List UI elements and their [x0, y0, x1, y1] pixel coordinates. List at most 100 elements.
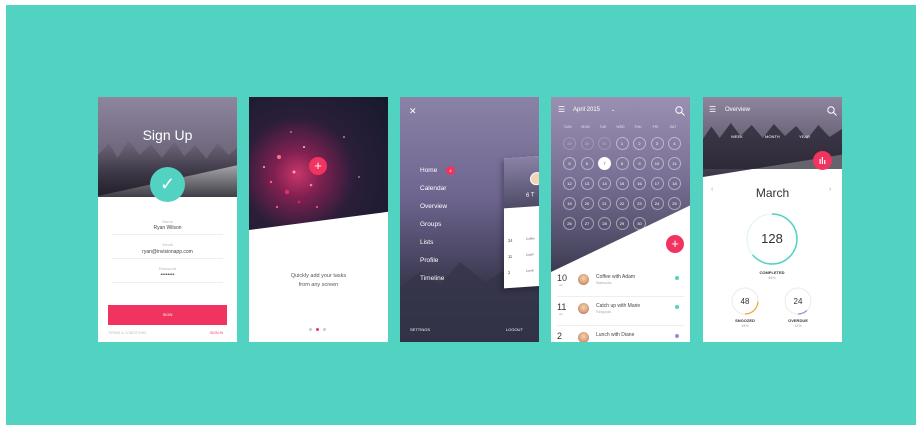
calendar-day[interactable]: 15	[615, 177, 629, 190]
calendar-day[interactable]: 9	[633, 157, 646, 170]
calendar-day[interactable]: 7	[598, 157, 611, 170]
calendar-day[interactable]: 22	[615, 197, 629, 210]
calendar-day[interactable]: 8	[615, 157, 629, 170]
calendar-day[interactable]: 13	[580, 177, 594, 190]
calendar-day[interactable]: 4	[668, 137, 681, 150]
calendar-day[interactable]: 11	[668, 157, 681, 170]
stats-button[interactable]	[813, 151, 832, 170]
chevron-down-icon[interactable]: ⌄	[611, 107, 615, 113]
calendar-day[interactable]: 3	[650, 137, 664, 150]
snoozed-percent: 24%	[741, 324, 749, 328]
weekday-label: MON	[581, 125, 590, 129]
field-divider	[112, 282, 223, 283]
hamburger-menu-icon[interactable]: ☰	[558, 105, 565, 114]
close-icon[interactable]: ✕	[409, 106, 417, 117]
avatar	[578, 332, 589, 342]
add-task-button[interactable]: +	[309, 157, 327, 175]
month-selector[interactable]: April 2015	[573, 107, 600, 113]
weekday-label: WED	[616, 125, 625, 129]
calendar-screen: ☰ April 2015 ⌄ SUN MON TUE WED THU FRI SAT 29 3…	[551, 97, 690, 342]
card-row-num: 2	[508, 269, 511, 276]
calendar-day[interactable]: 5	[563, 157, 576, 170]
menu-item-profile[interactable]: Profile	[420, 257, 438, 264]
add-event-button[interactable]: +	[666, 235, 684, 253]
overdue-percent: 12%	[794, 324, 802, 328]
calendar-day[interactable]: 21	[598, 197, 611, 210]
completed-label: COMPLETED	[759, 270, 785, 275]
overview-screen: ☰ Overview WEEK MONTH YEAR ‹ › March 128…	[703, 97, 842, 342]
calendar-day[interactable]: 23	[633, 197, 646, 210]
settings-link[interactable]: SETTINGS	[410, 327, 430, 332]
menu-item-groups[interactable]: Groups	[420, 221, 441, 228]
event-divider	[557, 296, 684, 297]
bar-chart-icon	[819, 157, 826, 164]
menu-item-overview[interactable]: Overview	[420, 203, 447, 210]
tab-year[interactable]: YEAR	[799, 134, 810, 139]
calendar-day[interactable]: 19	[563, 197, 576, 210]
checkmark-icon: ✓	[150, 167, 185, 202]
name-field[interactable]: Ryan Wilson	[98, 225, 237, 231]
avatar	[578, 303, 589, 314]
field-divider	[112, 258, 223, 259]
menu-item-lists[interactable]: Lists	[420, 239, 433, 246]
weekday-label: SAT	[669, 125, 677, 129]
event-status-dot	[675, 334, 679, 338]
menu-item-home[interactable]: Home	[420, 167, 437, 174]
email-label: Email	[162, 242, 173, 247]
calendar-day[interactable]: 24	[650, 197, 664, 210]
calendar-day[interactable]: 30	[633, 217, 646, 230]
calendar-day[interactable]: 2	[633, 137, 646, 150]
calendar-day[interactable]: 17	[650, 177, 664, 190]
page-dot[interactable]	[323, 328, 326, 331]
calendar-day[interactable]: 18	[668, 177, 681, 190]
event-time-period: am	[559, 283, 564, 287]
completed-count: 128	[761, 231, 783, 246]
event-location: Fairgoula	[596, 310, 611, 314]
onboarding-screen: + Quickly add your tasks from any screen	[249, 97, 388, 342]
event-location: Starbucks	[596, 281, 612, 285]
calendar-day[interactable]: 29	[615, 217, 629, 230]
calendar-day[interactable]: 14	[598, 177, 611, 190]
password-field[interactable]: ••••••••	[98, 272, 237, 278]
showcase-background: Sign Up ✓ Name Ryan Wilson Email ryan@in…	[6, 5, 916, 425]
event-title[interactable]: Lunch with Diane	[596, 332, 634, 338]
sign-up-button[interactable]: SIGN	[108, 305, 227, 325]
event-time: 10	[557, 273, 568, 283]
calendar-day[interactable]: 6	[580, 157, 594, 170]
calendar-day[interactable]: 28	[598, 217, 611, 230]
calendar-day[interactable]: 27	[580, 217, 594, 230]
calendar-day[interactable]: 16	[633, 177, 646, 190]
calendar-day[interactable]: 20	[580, 197, 594, 210]
page-dot[interactable]	[309, 328, 312, 331]
hamburger-menu-icon[interactable]: ☰	[709, 105, 716, 114]
page-dot-active[interactable]	[316, 328, 319, 331]
calendar-day[interactable]: 30	[580, 137, 594, 150]
calendar-day[interactable]: 10	[650, 157, 664, 170]
event-time-period: pm	[559, 341, 563, 342]
event-title[interactable]: Catch up with Marie	[596, 303, 640, 309]
event-title[interactable]: Coffee with Adam	[596, 274, 635, 280]
event-status-dot	[675, 305, 679, 309]
avatar	[530, 171, 539, 186]
calendar-day[interactable]: 26	[563, 217, 576, 230]
tab-month[interactable]: MONTH	[765, 134, 780, 139]
weekday-label: FRI	[652, 125, 659, 129]
menu-item-calendar[interactable]: Calendar	[420, 185, 446, 192]
onboarding-message: Quickly add your tasks from any screen	[249, 272, 388, 290]
search-icon[interactable]	[827, 106, 837, 116]
sign-in-link[interactable]: SIGN IN	[210, 331, 223, 335]
calendar-day[interactable]: 25	[668, 197, 681, 210]
calendar-day[interactable]: 1	[615, 137, 629, 150]
calendar-day[interactable]: 29	[563, 137, 576, 150]
email-field[interactable]: ryan@invisionapp.com	[98, 249, 237, 255]
month-title: March	[755, 186, 790, 200]
tab-week[interactable]: WEEK	[731, 134, 743, 139]
search-icon[interactable]	[675, 106, 685, 116]
logout-link[interactable]: LOGOUT	[506, 327, 523, 332]
calendar-day[interactable]: 31	[598, 137, 611, 150]
calendar-day[interactable]: 12	[563, 177, 576, 190]
overdue-label: OVERDUE	[788, 318, 808, 323]
card-row-text: Coffee	[526, 236, 535, 241]
menu-item-timeline[interactable]: Timeline	[420, 275, 444, 282]
terms-link[interactable]: TERMS & CONDITIONS	[108, 331, 147, 335]
